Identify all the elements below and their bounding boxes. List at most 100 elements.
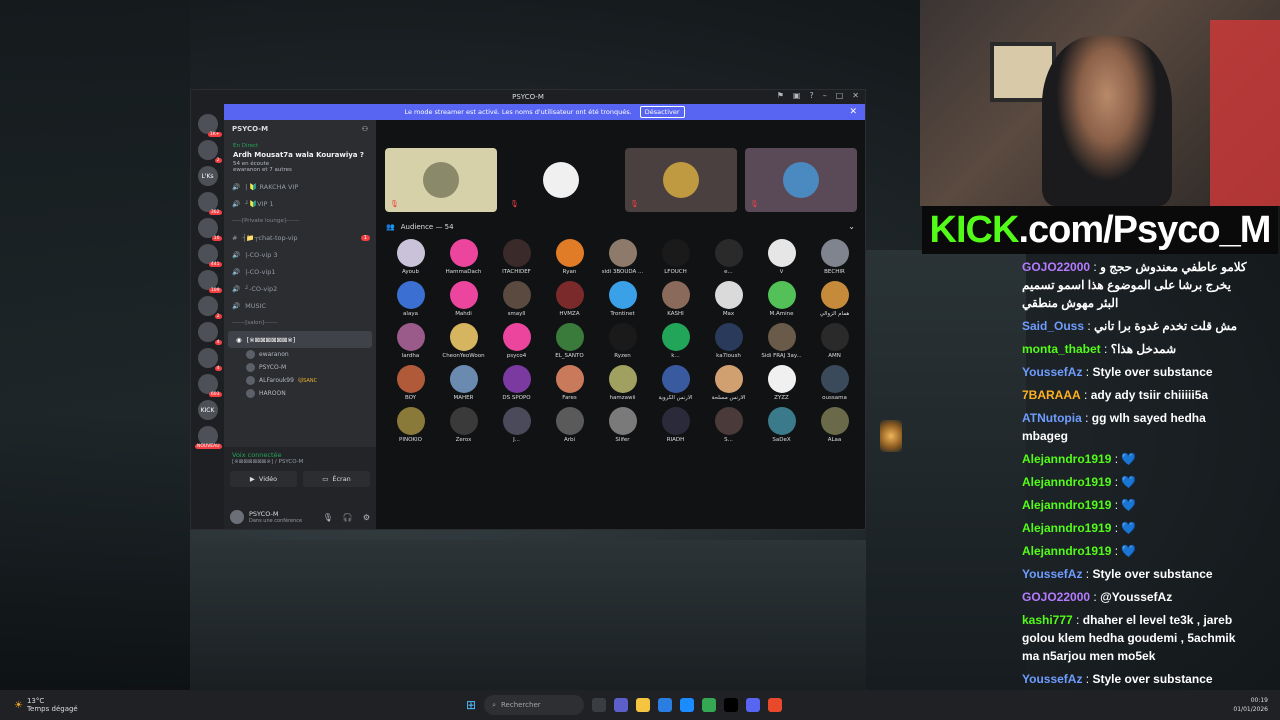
audience-member[interactable]: lardha: [384, 323, 437, 359]
server-icon[interactable]: 603: [197, 374, 222, 397]
audience-member[interactable]: LFOUCH: [649, 239, 702, 275]
audience-member[interactable]: V: [755, 239, 808, 275]
screen-icon[interactable]: ▣: [793, 91, 801, 100]
chat-username[interactable]: Alejanndro1919: [1022, 452, 1111, 466]
audience-member[interactable]: psyco4: [490, 323, 543, 359]
channel-item[interactable]: 🔊 ┘-CO-vip2: [224, 280, 376, 297]
server-icon[interactable]: 2: [197, 140, 222, 163]
add-member-icon[interactable]: ⚇: [362, 125, 368, 133]
audience-member[interactable]: SaDeX: [755, 407, 808, 443]
chat-username[interactable]: Alejanndro1919: [1022, 498, 1111, 512]
chat-username[interactable]: YoussefAz: [1022, 365, 1082, 379]
chat-username[interactable]: 7BARAAA: [1022, 388, 1081, 402]
audience-member[interactable]: EL_SANTO: [543, 323, 596, 359]
audience-member[interactable]: BOY: [384, 365, 437, 401]
avatar[interactable]: [230, 510, 244, 524]
chat-username[interactable]: Alejanndro1919: [1022, 521, 1111, 535]
audience-member[interactable]: ALaa: [808, 407, 861, 443]
close-icon[interactable]: ✕: [852, 91, 859, 100]
server-icon[interactable]: 16: [197, 218, 222, 241]
video-button[interactable]: ▶ Vidéo: [230, 471, 297, 487]
channel-item[interactable]: 🔊 |-CO-vip1: [224, 263, 376, 280]
mail-icon[interactable]: [680, 698, 695, 712]
audience-member[interactable]: DS SPOPO: [490, 365, 543, 401]
audience-member[interactable]: RIADH: [649, 407, 702, 443]
banner-close-icon[interactable]: ✕: [849, 107, 857, 117]
chevron-down-icon[interactable]: ⌄: [848, 222, 855, 231]
minimize-icon[interactable]: –: [823, 91, 827, 100]
audience-member[interactable]: BECHIR: [808, 239, 861, 275]
audience-member[interactable]: M.Amine: [755, 281, 808, 317]
audience-member[interactable]: Arbi: [543, 407, 596, 443]
microphone-icon[interactable]: 🎙: [323, 513, 333, 522]
server-icon[interactable]: KICK: [197, 400, 218, 420]
audience-member[interactable]: ka7loush: [702, 323, 755, 359]
weather-widget[interactable]: ☀ 13°C Temps dégagé: [14, 697, 78, 713]
audience-member[interactable]: Slifer: [596, 407, 649, 443]
audience-member[interactable]: CheonYeoWoon: [437, 323, 490, 359]
server-icon[interactable]: NOUVEAU: [195, 426, 222, 449]
audience-member[interactable]: oussama: [808, 365, 861, 401]
chat-username[interactable]: Alejanndro1919: [1022, 544, 1111, 558]
audience-member[interactable]: ZYZZ: [755, 365, 808, 401]
screen-share-button[interactable]: ▭ Écran: [303, 471, 370, 487]
speaker-tile[interactable]: 🎙: [505, 148, 617, 212]
audience-member[interactable]: Fares: [543, 365, 596, 401]
audience-member[interactable]: همام الزوالي: [808, 281, 861, 317]
file-explorer-icon[interactable]: [636, 698, 651, 712]
audience-member[interactable]: HammaDach: [437, 239, 490, 275]
audience-member[interactable]: Mahdi: [437, 281, 490, 317]
channel-item[interactable]: # ┤📁┬chat-top-vip 1: [224, 229, 376, 246]
channel-category[interactable]: ┈┈┈[Private lounge]┈┈┈┈: [224, 212, 376, 229]
server-icon[interactable]: 109: [197, 270, 222, 293]
help-icon[interactable]: ?: [809, 91, 813, 100]
audience-member[interactable]: AMN: [808, 323, 861, 359]
taskbar-search[interactable]: ⌕ Rechercher: [484, 695, 585, 715]
server-icon[interactable]: 2: [197, 296, 222, 319]
voice-member[interactable]: ewaranon: [224, 348, 376, 361]
live-stage-card[interactable]: En Direct Ardh Mousat7a wala Kourawiya ?…: [230, 140, 370, 176]
audience-member[interactable]: PINOKIO: [384, 407, 437, 443]
channel-item[interactable]: 🔊 |-CO-vip 3: [224, 246, 376, 263]
server-icon[interactable]: 1K+: [197, 114, 222, 137]
audience-member[interactable]: sidi 3BOUDA ...: [596, 239, 649, 275]
audience-member[interactable]: HVMZA: [543, 281, 596, 317]
audience-member[interactable]: الأرنس الكروية: [649, 365, 702, 401]
audience-member[interactable]: Sidi FRAJ 3ay...: [755, 323, 808, 359]
active-stage-channel[interactable]: ◉ [※⊠⊠⊠⊠⊠⊠※]: [228, 331, 372, 348]
audience-member[interactable]: الأرنس مسلحة: [702, 365, 755, 401]
server-icon[interactable]: 4: [197, 348, 222, 371]
audience-member[interactable]: Zerox: [437, 407, 490, 443]
app-icon[interactable]: [768, 698, 783, 712]
channel-item[interactable]: 🔊 MUSIC: [224, 297, 376, 314]
audience-header[interactable]: 👥 Audience — 54 ⌄: [376, 212, 865, 235]
voice-member[interactable]: PSYCO-M: [224, 361, 376, 374]
chat-username[interactable]: YoussefAz: [1022, 672, 1082, 686]
chat-username[interactable]: ATNutopia: [1022, 411, 1082, 425]
audience-member[interactable]: Ryan: [543, 239, 596, 275]
server-icon[interactable]: L'Ks: [197, 166, 218, 186]
channel-item[interactable]: 🔊 ┘🔰VIP 1: [224, 195, 376, 212]
channel-item[interactable]: 🔊 | 🔰 RAKCHA VIP: [224, 178, 376, 195]
chat-username[interactable]: GOJO22000: [1022, 590, 1090, 604]
speaker-tile[interactable]: 🎙: [745, 148, 857, 212]
chat-username[interactable]: monta_thabet: [1022, 342, 1101, 356]
inbox-icon[interactable]: ⚑: [777, 91, 784, 100]
server-icon[interactable]: 362: [197, 192, 222, 215]
audience-member[interactable]: Trontinet: [596, 281, 649, 317]
audience-member[interactable]: smayll: [490, 281, 543, 317]
audience-member[interactable]: S...: [702, 407, 755, 443]
chat-username[interactable]: GOJO22000: [1022, 260, 1090, 274]
maximize-icon[interactable]: □: [836, 91, 844, 100]
obs-icon[interactable]: [724, 698, 739, 712]
settings-icon[interactable]: ⚙: [363, 513, 370, 522]
chrome-icon[interactable]: [702, 698, 717, 712]
edge-icon[interactable]: [658, 698, 673, 712]
audience-member[interactable]: Max: [702, 281, 755, 317]
teams-icon[interactable]: [614, 698, 629, 712]
speaker-tile[interactable]: 🎙: [385, 148, 497, 212]
windows-start-icon[interactable]: ⊞: [466, 698, 476, 712]
audience-member[interactable]: alaya: [384, 281, 437, 317]
chat-username[interactable]: Said_Ouss: [1022, 319, 1084, 333]
speaker-tile[interactable]: 🎙: [625, 148, 737, 212]
